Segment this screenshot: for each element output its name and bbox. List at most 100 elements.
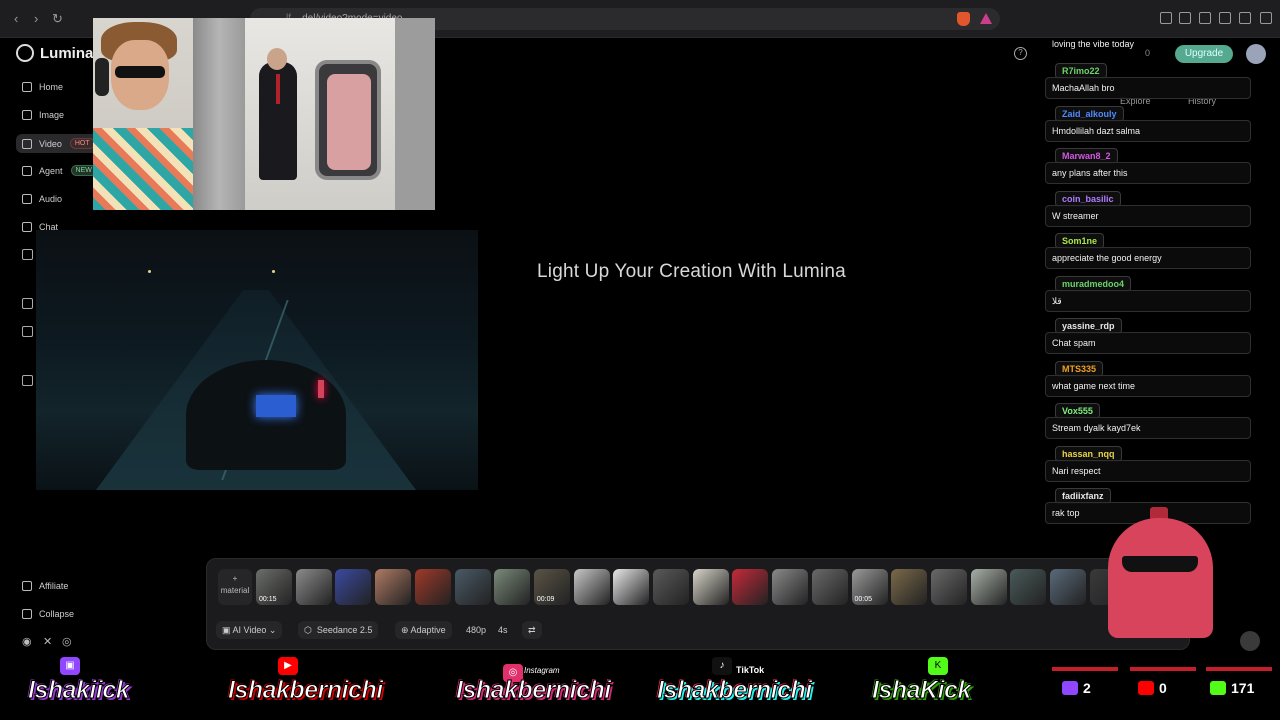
swap-icon[interactable]: ⇄: [522, 621, 542, 639]
reload-icon[interactable]: ↻: [52, 11, 63, 27]
sidebar-item-video[interactable]: Video HOT: [16, 134, 101, 153]
brave-shields-icon[interactable]: [957, 12, 970, 26]
chat-message: what game next time: [1045, 374, 1251, 397]
resolution-option[interactable]: 480p: [466, 621, 486, 639]
help-icon[interactable]: ?: [1014, 47, 1027, 60]
sidebar-item-image[interactable]: Image: [22, 110, 64, 120]
material-thumbnail[interactable]: [375, 569, 412, 605]
back-icon[interactable]: ‹: [14, 11, 18, 26]
motorcycle-dashboard: [256, 395, 296, 417]
support-chat-icon[interactable]: [1240, 631, 1260, 651]
youtube-viewers: 0: [1138, 680, 1167, 696]
thumbnail-duration: 00:09: [536, 596, 555, 603]
material-thumbnail[interactable]: [772, 569, 809, 605]
image-icon: [22, 110, 32, 120]
logo-text: Lumina: [40, 44, 94, 62]
tiktok-label: TikTok: [736, 665, 765, 675]
material-thumbnail[interactable]: [295, 569, 332, 605]
material-thumbnail[interactable]: 00:15: [256, 569, 292, 605]
kick-handle: IshaKick: [872, 676, 972, 705]
chat-message: any plans after this: [1045, 162, 1251, 184]
instagram-label: Instagram: [524, 666, 560, 675]
sidebar-item-affiliate[interactable]: Affiliate: [22, 581, 68, 591]
material-thumbnail[interactable]: [335, 569, 372, 605]
street-lamp: [148, 270, 151, 273]
edit-icon[interactable]: [22, 249, 33, 260]
chat-message: appreciate the good energy: [1045, 247, 1251, 269]
mode-label: AI Video: [232, 625, 267, 635]
leo-icon[interactable]: [1219, 12, 1231, 24]
sidebar-icon[interactable]: [1179, 12, 1191, 24]
chat-message-text: appreciate the good energy: [1052, 253, 1162, 263]
affiliate-icon: [22, 581, 32, 591]
upgrade-button[interactable]: Upgrade: [1175, 45, 1233, 63]
instagram-icon[interactable]: ◎: [62, 635, 72, 648]
avatar[interactable]: [1246, 44, 1266, 64]
webcam-overlay: [93, 18, 435, 210]
mode-dropdown[interactable]: ▣ AI Video ⌄: [216, 621, 283, 639]
brave-rewards-icon[interactable]: [980, 13, 992, 24]
twitch-count: 2: [1083, 680, 1091, 696]
ratio-dropdown[interactable]: ⊕ Adaptive: [395, 621, 452, 639]
length-option[interactable]: 4s: [498, 621, 508, 639]
extensions-icon[interactable]: [1160, 12, 1172, 24]
model-dropdown[interactable]: ⬡ Seedance 2.5: [298, 621, 379, 639]
sidebar-item-collapse[interactable]: Collapse: [22, 609, 74, 619]
youtube-icon: [1138, 681, 1154, 695]
material-thumbnail[interactable]: [613, 569, 650, 605]
stat-bar: [1206, 667, 1272, 671]
sidebar-item-label: Agent: [39, 165, 63, 176]
chat-message: W streamer: [1045, 204, 1251, 227]
apps-icon[interactable]: [22, 298, 33, 309]
tools-icon[interactable]: [22, 326, 33, 337]
material-thumbnail[interactable]: 00:05: [851, 569, 888, 605]
sidebar-item-label: Collapse: [39, 609, 75, 619]
page-headline: Light Up Your Creation With Lumina: [537, 261, 846, 282]
chat-message-text: W streamer: [1052, 210, 1099, 221]
stat-bar: [1130, 667, 1196, 671]
sidebar-item-home[interactable]: Home: [22, 82, 63, 92]
add-material-button[interactable]: + material: [218, 569, 252, 605]
material-thumbnail[interactable]: [811, 569, 848, 605]
vpn-icon[interactable]: [1239, 12, 1251, 24]
material-thumbnail[interactable]: 00:09: [533, 569, 570, 605]
material-thumbnail[interactable]: [732, 569, 769, 605]
x-icon[interactable]: ✕: [43, 635, 52, 648]
material-thumbnail[interactable]: [891, 569, 928, 605]
sidebar-item-audio[interactable]: Audio: [22, 194, 62, 204]
blurred-strip: [193, 18, 245, 210]
chat-message-text: what game next time: [1052, 380, 1136, 391]
sunglasses-icon: [115, 66, 165, 78]
wallet-icon[interactable]: [1199, 12, 1211, 24]
material-thumbnail[interactable]: [653, 569, 689, 605]
chat-message: Stream dyalk kayd7ek: [1045, 417, 1251, 439]
material-thumbnail[interactable]: [1010, 569, 1047, 605]
audio-icon: [22, 194, 32, 204]
material-thumbnail[interactable]: [414, 569, 451, 605]
material-thumbnail[interactable]: [692, 569, 729, 605]
material-thumbnail[interactable]: [573, 569, 610, 605]
headphones-icon: [95, 58, 109, 96]
discord-icon[interactable]: ◉: [22, 635, 32, 648]
app-logo[interactable]: Lumina: [16, 44, 93, 62]
sidebar-item-agent[interactable]: Agent NEW: [22, 165, 97, 176]
material-thumbnail[interactable]: [930, 569, 967, 605]
material-thumbnail[interactable]: [454, 569, 491, 605]
menu-icon[interactable]: [1260, 12, 1272, 24]
pilot-tie: [276, 74, 280, 104]
chat-message-text: قلا: [1052, 295, 1062, 306]
photo-edge: [395, 18, 435, 210]
video-preview[interactable]: [36, 230, 478, 490]
street-lamp: [272, 270, 275, 273]
pilot-head: [267, 48, 287, 70]
material-thumbnail[interactable]: [1050, 569, 1086, 605]
material-thumbnail[interactable]: [494, 569, 531, 605]
material-thumbnail[interactable]: [970, 569, 1007, 605]
sidebar-item-label: Image: [39, 110, 65, 120]
kick-icon: K: [928, 657, 948, 675]
forward-icon[interactable]: ›: [34, 11, 38, 26]
folder-icon[interactable]: [22, 375, 33, 386]
thumbnail-duration: 00:15: [259, 596, 277, 603]
ghost-mascot: [1108, 518, 1213, 638]
chat-message: MachaAllah bro: [1045, 77, 1251, 99]
